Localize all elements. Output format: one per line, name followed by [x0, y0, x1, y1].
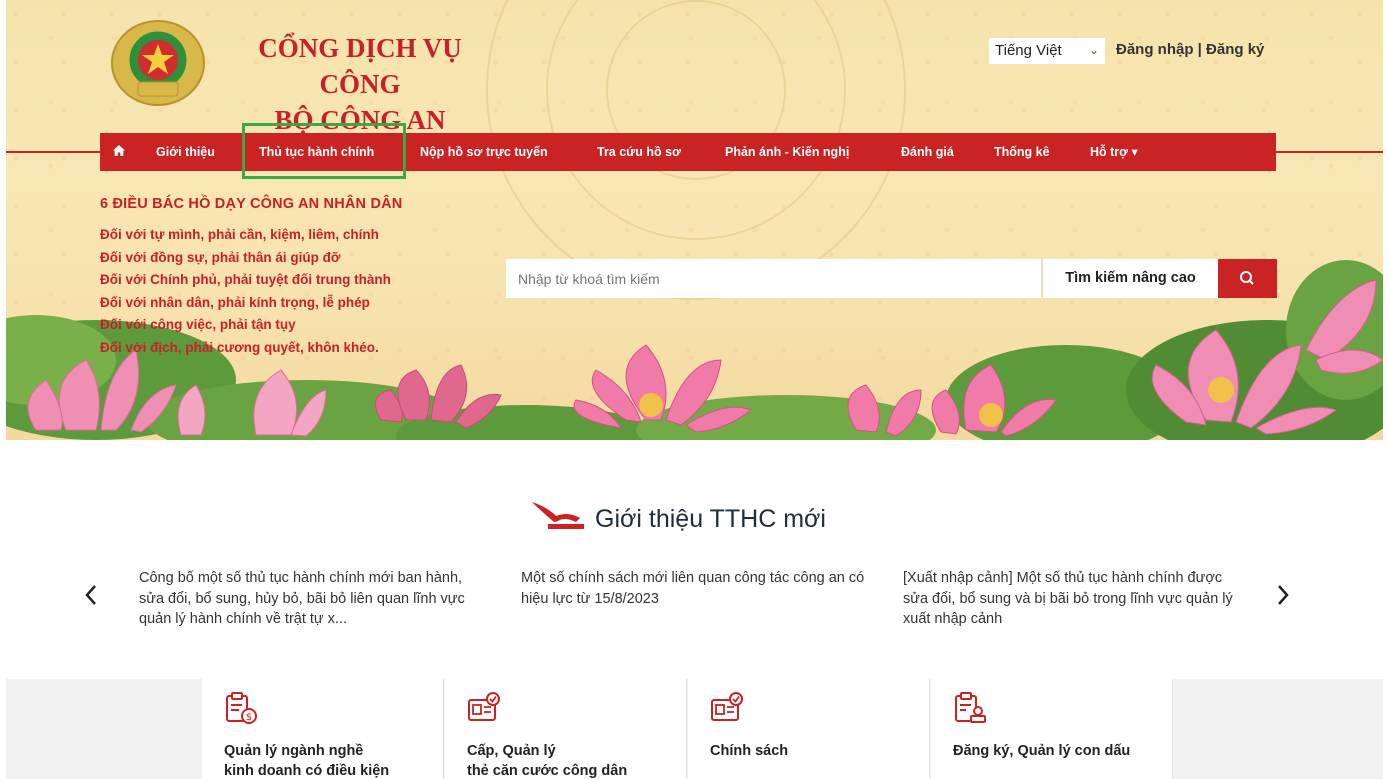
motto-line: Đối với công việc, phải tận tụy: [100, 317, 296, 332]
chevron-left-icon[interactable]: [80, 580, 102, 610]
page: CỔNG DỊCH VỤ CÔNG BỘ CÔNG AN Tiếng Việt …: [0, 0, 1389, 779]
id-card-check-icon: [711, 692, 743, 721]
caret-down-icon: ▾: [1131, 145, 1138, 159]
auth-links: Đăng nhập | Đăng ký: [1116, 41, 1264, 58]
news-item[interactable]: [Xuất nhập cảnh] Một số thủ tục hành chí…: [903, 568, 1233, 630]
motto-title: 6 ĐIỀU BÁC HỒ DẠY CÔNG AN NHÂN DÂN: [100, 196, 403, 212]
auth-separator: |: [1193, 41, 1207, 58]
nav-highlight-box: [242, 123, 406, 179]
nav-item-tra-cuu-ho-so[interactable]: Tra cứu hồ sơ: [597, 133, 681, 171]
clipboard-money-icon: $: [226, 692, 257, 724]
id-card-check-icon: [468, 692, 500, 721]
home-icon[interactable]: [113, 145, 125, 157]
section-ornament-icon: [532, 502, 584, 529]
category-label: Quản lý ngành nghề kinh doanh có điều ki…: [224, 743, 390, 779]
search-bar: Tìm kiếm nâng cao: [506, 259, 1277, 298]
site-title-line1: CỔNG DỊCH VỤ CÔNG: [258, 33, 462, 99]
search-icon: [1240, 271, 1254, 285]
language-select[interactable]: Tiếng Việt ⌄: [989, 38, 1105, 64]
nav-item-nop-ho-so[interactable]: Nộp hồ sơ trực tuyến: [420, 133, 548, 171]
category-label: Chính sách: [710, 743, 789, 759]
chevron-down-icon: ⌄: [1088, 43, 1099, 57]
nav-item-ho-tro[interactable]: Hỗ trợ ▾: [1090, 133, 1138, 171]
category-card[interactable]: Đăng ký, Quản lý con dấu: [931, 679, 1173, 779]
news-item[interactable]: Một số chính sách mới liên quan công tác…: [521, 568, 866, 609]
category-card[interactable]: Chính sách: [688, 679, 930, 779]
nav-divider-left: [6, 151, 100, 153]
advanced-search-button[interactable]: Tìm kiếm nâng cao: [1042, 259, 1218, 298]
nav-item-danh-gia[interactable]: Đánh giá: [901, 133, 954, 171]
nav-item-gioi-thieu[interactable]: Giới thiệu: [156, 133, 215, 171]
chevron-right-icon[interactable]: [1272, 580, 1294, 610]
motto-list: Đối với tự mình, phải cần, kiệm, liêm, c…: [100, 224, 391, 359]
category-label: Đăng ký, Quản lý con dấu: [953, 743, 1131, 759]
site-title[interactable]: CỔNG DỊCH VỤ CÔNG BỘ CÔNG AN: [228, 30, 492, 138]
motto-line: Đối với đồng sự, phải thân ái giúp đỡ: [100, 249, 341, 265]
svg-text:$: $: [246, 712, 252, 723]
category-label: Cấp, Quản lý thẻ căn cước công dân: [467, 743, 628, 779]
news-item[interactable]: Công bố một số thủ tục hành chính mới ba…: [139, 568, 484, 630]
nav-item-phan-anh-kien-nghi[interactable]: Phản ánh - Kiến nghị: [725, 133, 849, 171]
register-link[interactable]: Đăng ký: [1206, 41, 1264, 58]
nav-item-ho-tro-label: Hỗ trợ: [1090, 145, 1129, 159]
section-title: Giới thiệu TTHC mới: [595, 505, 826, 533]
motto-line: Đối với Chính phủ, phải tuyệt đối trung …: [100, 272, 391, 287]
category-card[interactable]: Cấp, Quản lý thẻ căn cước công dân: [445, 679, 687, 779]
login-link[interactable]: Đăng nhập: [1116, 41, 1194, 58]
search-button[interactable]: [1218, 259, 1277, 298]
motto-line: Đối với tự mình, phải cần, kiệm, liêm, c…: [100, 227, 379, 242]
nav-divider-right: [1276, 151, 1383, 153]
language-value: Tiếng Việt: [995, 42, 1062, 59]
clipboard-stamp-icon: [955, 692, 986, 723]
category-card[interactable]: $ Quản lý ngành nghề kinh doanh có điều …: [202, 679, 444, 779]
motto-line: Đối với địch, phải cương quyết, khôn khé…: [100, 339, 379, 355]
hero-banner: CỔNG DỊCH VỤ CÔNG BỘ CÔNG AN Tiếng Việt …: [6, 0, 1383, 440]
motto-line: Đối với nhân dân, phải kính trọng, lễ ph…: [100, 294, 370, 310]
nav-item-thong-ke[interactable]: Thống kê: [994, 133, 1050, 171]
search-input[interactable]: [506, 259, 1041, 298]
police-emblem-logo: [111, 20, 205, 106]
